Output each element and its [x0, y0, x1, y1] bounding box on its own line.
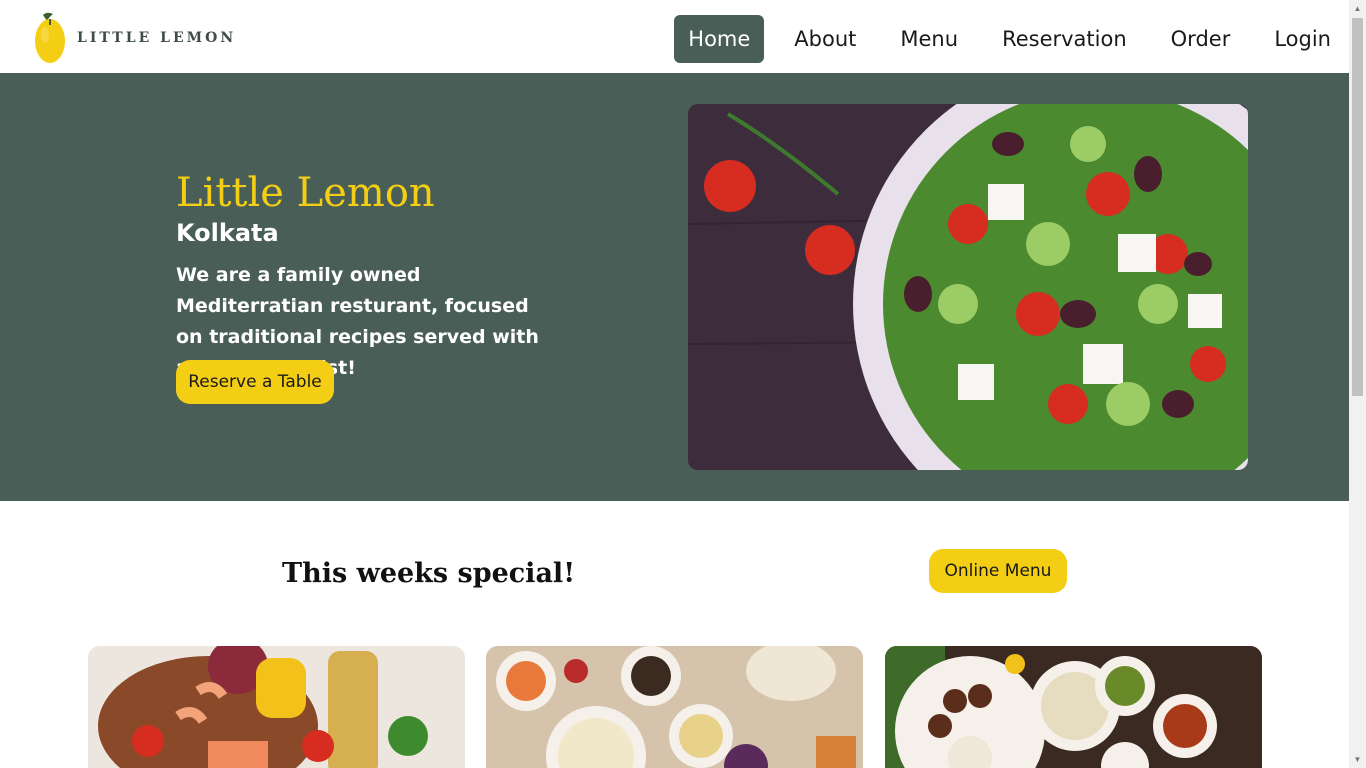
page-scrollbar[interactable]: ▲ ▼: [1349, 0, 1366, 768]
logo-text: LITTLE LEMON: [77, 30, 237, 46]
hero-title: Little Lemon: [176, 170, 435, 216]
scroll-up-icon[interactable]: ▲: [1349, 0, 1366, 17]
nav-reservation[interactable]: Reservation: [988, 15, 1141, 63]
special-card-mezze[interactable]: [486, 646, 863, 768]
scroll-thumb[interactable]: [1352, 18, 1363, 396]
nav-order[interactable]: Order: [1157, 15, 1245, 63]
hero-salad-image: [688, 104, 1248, 470]
special-card-falafel[interactable]: [885, 646, 1262, 768]
logo[interactable]: LITTLE LEMON: [33, 11, 236, 65]
specials-title: This weeks special!: [282, 558, 576, 589]
reserve-table-button[interactable]: Reserve a Table: [176, 360, 334, 404]
nav-login[interactable]: Login: [1260, 15, 1345, 63]
main-nav: Home About Menu Reservation Order Login: [674, 15, 1349, 63]
nav-about[interactable]: About: [780, 15, 870, 63]
lemon-icon: [35, 12, 65, 63]
nav-menu[interactable]: Menu: [886, 15, 972, 63]
special-card-seafood[interactable]: [88, 646, 465, 768]
scroll-down-icon[interactable]: ▼: [1349, 751, 1366, 768]
nav-home[interactable]: Home: [674, 15, 765, 63]
hero-section: Little Lemon Kolkata We are a family own…: [0, 73, 1349, 501]
online-menu-button[interactable]: Online Menu: [929, 549, 1067, 593]
site-header: LITTLE LEMON Home About Menu Reservation…: [0, 0, 1349, 73]
hero-subtitle: Kolkata: [176, 219, 279, 247]
